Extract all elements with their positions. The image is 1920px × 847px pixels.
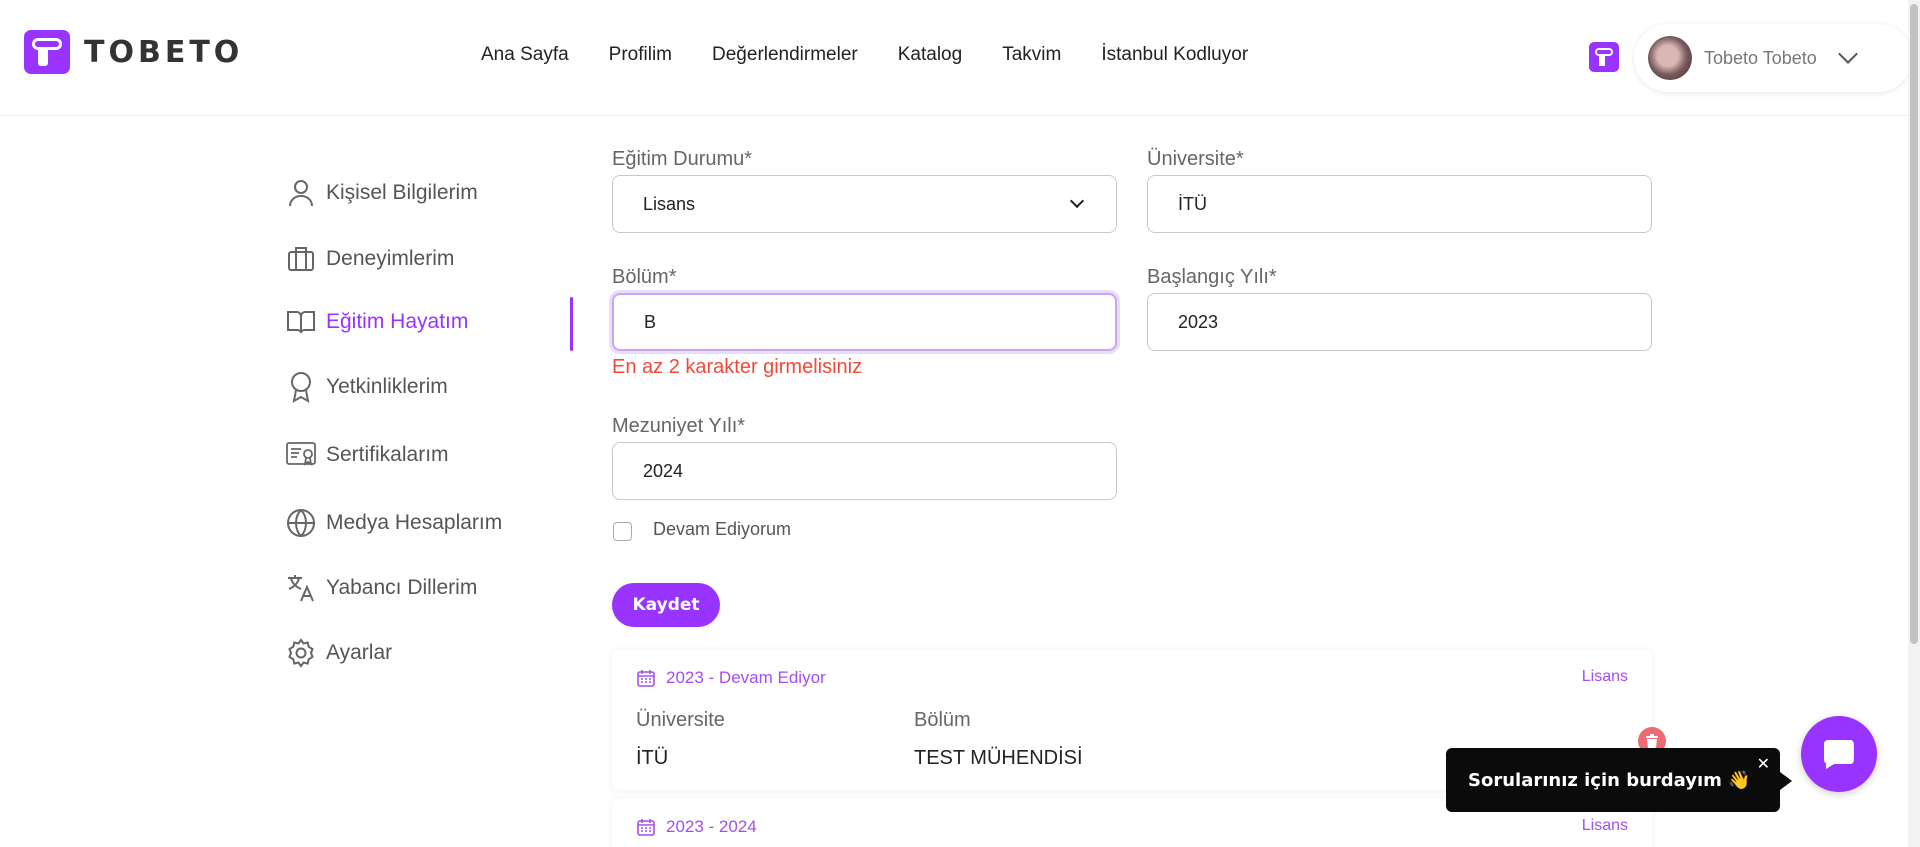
tobeto-badge-icon[interactable] <box>1589 42 1619 72</box>
education-value: Lisans <box>643 193 696 214</box>
record-department-header: Bölüm <box>914 709 971 731</box>
tooltip-tail <box>1780 772 1792 790</box>
calendar-icon <box>637 670 655 687</box>
nav-istanbul-kodluyor[interactable]: İstanbul Kodluyor <box>1101 44 1248 66</box>
save-button[interactable]: Kaydet <box>612 583 720 627</box>
record-university-value: İTÜ <box>636 747 669 769</box>
translate-icon <box>286 573 316 603</box>
university-input[interactable]: İTÜ <box>1147 175 1652 233</box>
sidebar-item-egitim-hayatim[interactable]: Eğitim Hayatım <box>286 307 468 337</box>
record-date-text: 2023 - Devam Ediyor <box>666 668 826 687</box>
record-type: Lisans <box>1581 668 1628 685</box>
chevron-down-icon <box>1069 193 1085 209</box>
user-name: Tobeto Tobeto <box>1704 47 1817 68</box>
nav-degerlendirmeler[interactable]: Değerlendirmeler <box>712 44 858 66</box>
sidebar-item-label: Yetkinliklerim <box>326 375 448 398</box>
sidebar-item-label: Kişisel Bilgilerim <box>326 181 478 204</box>
department-label: Bölüm* <box>612 266 677 288</box>
nav-profilim[interactable]: Profilim <box>609 44 672 66</box>
grad-year-value: 2024 <box>643 460 684 481</box>
briefcase-icon <box>286 244 316 274</box>
sidebar-item-deneyimlerim[interactable]: Deneyimlerim <box>286 244 454 274</box>
top-header: TOBETO Ana Sayfa Profilim Değerlendirmel… <box>0 0 1920 116</box>
sidebar-item-label: Deneyimlerim <box>326 247 455 270</box>
chat-bubble-icon <box>1824 740 1854 769</box>
sidebar-item-yabanci-dillerim[interactable]: Yabancı Dillerim <box>286 573 477 603</box>
sidebar-item-yetkinliklerim[interactable]: Yetkinliklerim <box>286 372 448 403</box>
sidebar-item-ayarlar[interactable]: Ayarlar <box>286 638 392 668</box>
certificate-icon <box>286 440 316 470</box>
record-date: 2023 - Devam Ediyor <box>636 668 826 688</box>
brand-logo[interactable]: TOBETO <box>24 30 243 74</box>
chat-button[interactable] <box>1801 716 1877 792</box>
university-label: Üniversite* <box>1147 148 1244 170</box>
nav-takvim[interactable]: Takvim <box>1002 44 1061 66</box>
brand-name: TOBETO <box>84 34 244 70</box>
sidebar-item-kisisel-bilgilerim[interactable]: Kişisel Bilgilerim <box>286 178 478 208</box>
record-date-text: 2023 - 2024 <box>666 817 757 836</box>
chat-tooltip-text: Sorularınız için burdayım 👋 <box>1468 769 1751 791</box>
award-icon <box>286 372 316 403</box>
department-input[interactable]: B <box>612 293 1117 351</box>
user-icon <box>286 178 316 208</box>
record-type: Lisans <box>1581 817 1628 834</box>
sidebar-item-label: Ayarlar <box>326 641 393 664</box>
sidebar-item-label: Medya Hesaplarım <box>326 511 503 534</box>
logo-mark-icon <box>24 30 70 74</box>
chevron-down-icon <box>1837 44 1858 64</box>
scrollbar-thumb[interactable] <box>1910 4 1918 644</box>
trash-icon <box>1646 734 1658 748</box>
start-year-input[interactable]: 2023 <box>1147 293 1652 351</box>
sidebar-item-sertifikalarim[interactable]: Sertifikalarım <box>286 440 449 470</box>
start-year-label: Başlangıç Yılı* <box>1147 266 1277 288</box>
calendar-icon <box>637 819 655 836</box>
sidebar-item-medya-hesaplarim[interactable]: Medya Hesaplarım <box>286 508 502 538</box>
grad-year-input[interactable]: 2024 <box>612 442 1117 500</box>
department-value: B <box>644 311 657 332</box>
record-date: 2023 - 2024 <box>636 817 757 837</box>
department-error: En az 2 karakter girmelisiniz <box>612 356 863 378</box>
page-scrollbar[interactable] <box>1908 0 1920 847</box>
main-nav: Ana Sayfa Profilim Değerlendirmeler Kata… <box>481 44 1248 66</box>
sidebar-item-label: Sertifikalarım <box>326 443 449 466</box>
gear-icon <box>286 638 316 668</box>
education-select[interactable]: Lisans <box>612 175 1117 233</box>
university-value: İTÜ <box>1178 193 1207 214</box>
avatar <box>1648 36 1692 80</box>
continuing-label: Devam Ediyorum <box>653 519 792 539</box>
sidebar-item-label: Eğitim Hayatım <box>326 310 469 333</box>
grad-year-label: Mezuniyet Yılı* <box>612 415 746 437</box>
nav-ana-sayfa[interactable]: Ana Sayfa <box>481 44 569 66</box>
sidebar-item-label: Yabancı Dillerim <box>326 576 478 599</box>
continuing-checkbox[interactable] <box>613 522 632 541</box>
record-department-value: TEST MÜHENDİSİ <box>914 747 1083 769</box>
education-label: Eğitim Durumu* <box>612 148 753 170</box>
user-menu[interactable]: Tobeto Tobeto <box>1634 24 1912 92</box>
record-university-header: Üniversite <box>636 709 725 731</box>
start-year-value: 2023 <box>1178 311 1219 332</box>
active-indicator <box>570 297 573 351</box>
globe-icon <box>286 508 316 538</box>
chat-tooltip: Sorularınız için burdayım 👋 ✕ <box>1446 748 1792 812</box>
nav-katalog[interactable]: Katalog <box>898 44 962 66</box>
close-icon[interactable]: ✕ <box>1757 754 1770 773</box>
book-icon <box>286 307 316 337</box>
